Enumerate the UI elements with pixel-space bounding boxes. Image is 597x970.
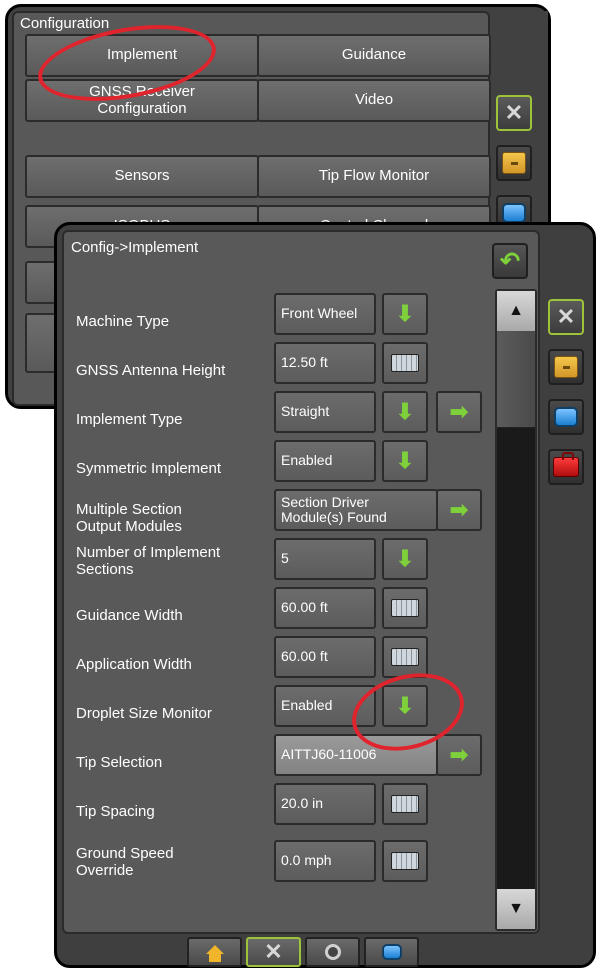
application-width-value[interactable]: 60.00 ft xyxy=(274,636,376,678)
multiple-section-output-modules-label: Multiple Section Output Modules xyxy=(76,501,182,535)
button-label: Video xyxy=(354,91,394,109)
implement-type-label: Implement Type xyxy=(76,411,183,428)
keyboard-icon xyxy=(391,599,419,617)
tip-flow-monitor-button[interactable]: Tip Flow Monitor xyxy=(257,155,491,198)
droplet-size-monitor-value[interactable]: Enabled xyxy=(274,685,376,727)
tools-icon: ✕ xyxy=(504,100,524,125)
tools-nav-tab[interactable]: ✕ xyxy=(246,937,301,967)
down-arrow-icon: ⬇ xyxy=(395,546,415,571)
toolbox-icon xyxy=(553,452,579,477)
cabinet-tab[interactable] xyxy=(548,349,584,385)
down-arrow-icon: ⬇ xyxy=(395,448,415,473)
gnss-antenna-height-label: GNSS Antenna Height xyxy=(76,362,226,379)
button-label: GNSS Receiver Configuration xyxy=(89,83,195,117)
keyboard-icon xyxy=(391,354,419,372)
video-button[interactable]: Video xyxy=(257,79,491,122)
keyboard-icon xyxy=(391,852,419,870)
down-arrow-icon: ⬇ xyxy=(395,301,415,326)
guidance-button[interactable]: Guidance xyxy=(257,34,491,77)
tip-spacing-label: Tip Spacing xyxy=(76,803,155,820)
ground-speed-override-keyboard[interactable] xyxy=(382,840,428,882)
symmetric-implement-dropdown[interactable]: ⬇ xyxy=(382,440,428,482)
machine-type-label: Machine Type xyxy=(76,313,170,330)
tip-selection-label: Tip Selection xyxy=(76,754,163,771)
keyboard-icon xyxy=(391,648,419,666)
tip-selection-next[interactable]: ➡ xyxy=(436,734,482,776)
number-of-implement-sections-dropdown[interactable]: ⬇ xyxy=(382,538,428,580)
scroll-down-button[interactable]: ▼ xyxy=(497,889,535,929)
ground-speed-override-value[interactable]: 0.0 mph xyxy=(274,840,376,882)
side-tabs: ✕ xyxy=(544,273,592,523)
gnss-antenna-height-keyboard[interactable] xyxy=(382,342,428,384)
droplet-size-monitor-dropdown[interactable]: ⬇ xyxy=(382,685,428,727)
cabinet-icon xyxy=(554,356,578,378)
right-arrow-icon: ➡ xyxy=(449,399,469,424)
gauge-icon xyxy=(324,944,341,960)
window-title: Configuration xyxy=(20,15,110,32)
screen-icon xyxy=(502,203,526,223)
implement-type-next[interactable]: ➡ xyxy=(436,391,482,433)
machine-type-dropdown[interactable]: ⬇ xyxy=(382,293,428,335)
bottom-navigation: ✕ xyxy=(187,937,422,967)
scroll-thumb[interactable] xyxy=(497,331,535,428)
back-arrow-icon: ↶ xyxy=(499,247,521,275)
data-tab[interactable] xyxy=(364,937,419,967)
home-tab[interactable] xyxy=(187,937,242,967)
implement-button[interactable]: Implement xyxy=(25,34,259,77)
implement-type-value[interactable]: Straight xyxy=(274,391,376,433)
home-icon xyxy=(205,944,224,962)
implement-settings: Config->Implement ↶ Machine Type Front W… xyxy=(62,230,540,934)
scrollbar[interactable]: ▲ ▼ xyxy=(495,289,537,931)
application-width-keyboard[interactable] xyxy=(382,636,428,678)
machine-type-value[interactable]: Front Wheel xyxy=(274,293,376,335)
screen-tab[interactable] xyxy=(548,399,584,435)
keyboard-icon xyxy=(391,795,419,813)
cabinet-tab[interactable] xyxy=(496,145,532,181)
tools-tab[interactable]: ✕ xyxy=(496,95,532,131)
number-of-implement-sections-label: Number of Implement Sections xyxy=(76,544,221,578)
guidance-width-label: Guidance Width xyxy=(76,607,183,624)
guidance-width-value[interactable]: 60.00 ft xyxy=(274,587,376,629)
down-arrow-icon: ⬇ xyxy=(395,693,415,718)
data-icon xyxy=(381,944,402,960)
right-arrow-icon: ➡ xyxy=(449,742,469,767)
button-label: Implement xyxy=(106,46,178,64)
gnss-receiver-configuration-button[interactable]: GNSS Receiver Configuration xyxy=(25,79,259,122)
tools-icon: ✕ xyxy=(556,304,576,329)
number-of-implement-sections-value[interactable]: 5 xyxy=(274,538,376,580)
ground-speed-override-label: Ground Speed Override xyxy=(76,845,174,879)
back-button[interactable]: ↶ xyxy=(492,243,528,279)
screen-icon xyxy=(554,407,578,427)
multiple-section-output-modules-next[interactable]: ➡ xyxy=(436,489,482,531)
window-title: Config->Implement xyxy=(71,239,199,256)
multiple-section-output-modules-value[interactable]: Section Driver Module(s) Found xyxy=(274,489,438,531)
sensors-button[interactable]: Sensors xyxy=(25,155,259,198)
tools-tab[interactable]: ✕ xyxy=(548,299,584,335)
button-label: Guidance xyxy=(341,46,407,64)
up-triangle-icon: ▲ xyxy=(508,302,524,319)
implement-type-dropdown[interactable]: ⬇ xyxy=(382,391,428,433)
gnss-antenna-height-value[interactable]: 12.50 ft xyxy=(274,342,376,384)
gauge-tab[interactable] xyxy=(305,937,360,967)
symmetric-implement-label: Symmetric Implement xyxy=(76,460,222,477)
application-width-label: Application Width xyxy=(76,656,192,673)
down-triangle-icon: ▼ xyxy=(508,900,524,917)
down-arrow-icon: ⬇ xyxy=(395,399,415,424)
tools-icon: ✕ xyxy=(264,939,283,964)
implement-config-window: Config->Implement ↶ Machine Type Front W… xyxy=(54,222,596,968)
tip-selection-value[interactable]: AITTJ60-11006 xyxy=(274,734,438,776)
button-label: Sensors xyxy=(114,167,170,185)
guidance-width-keyboard[interactable] xyxy=(382,587,428,629)
cabinet-icon xyxy=(502,152,526,174)
tip-spacing-keyboard[interactable] xyxy=(382,783,428,825)
symmetric-implement-value[interactable]: Enabled xyxy=(274,440,376,482)
droplet-size-monitor-label: Droplet Size Monitor xyxy=(76,705,212,722)
tip-spacing-value[interactable]: 20.0 in xyxy=(274,783,376,825)
scroll-up-button[interactable]: ▲ xyxy=(497,291,535,331)
toolbox-tab[interactable] xyxy=(548,449,584,485)
right-arrow-icon: ➡ xyxy=(449,497,469,522)
button-label: Tip Flow Monitor xyxy=(318,167,430,185)
